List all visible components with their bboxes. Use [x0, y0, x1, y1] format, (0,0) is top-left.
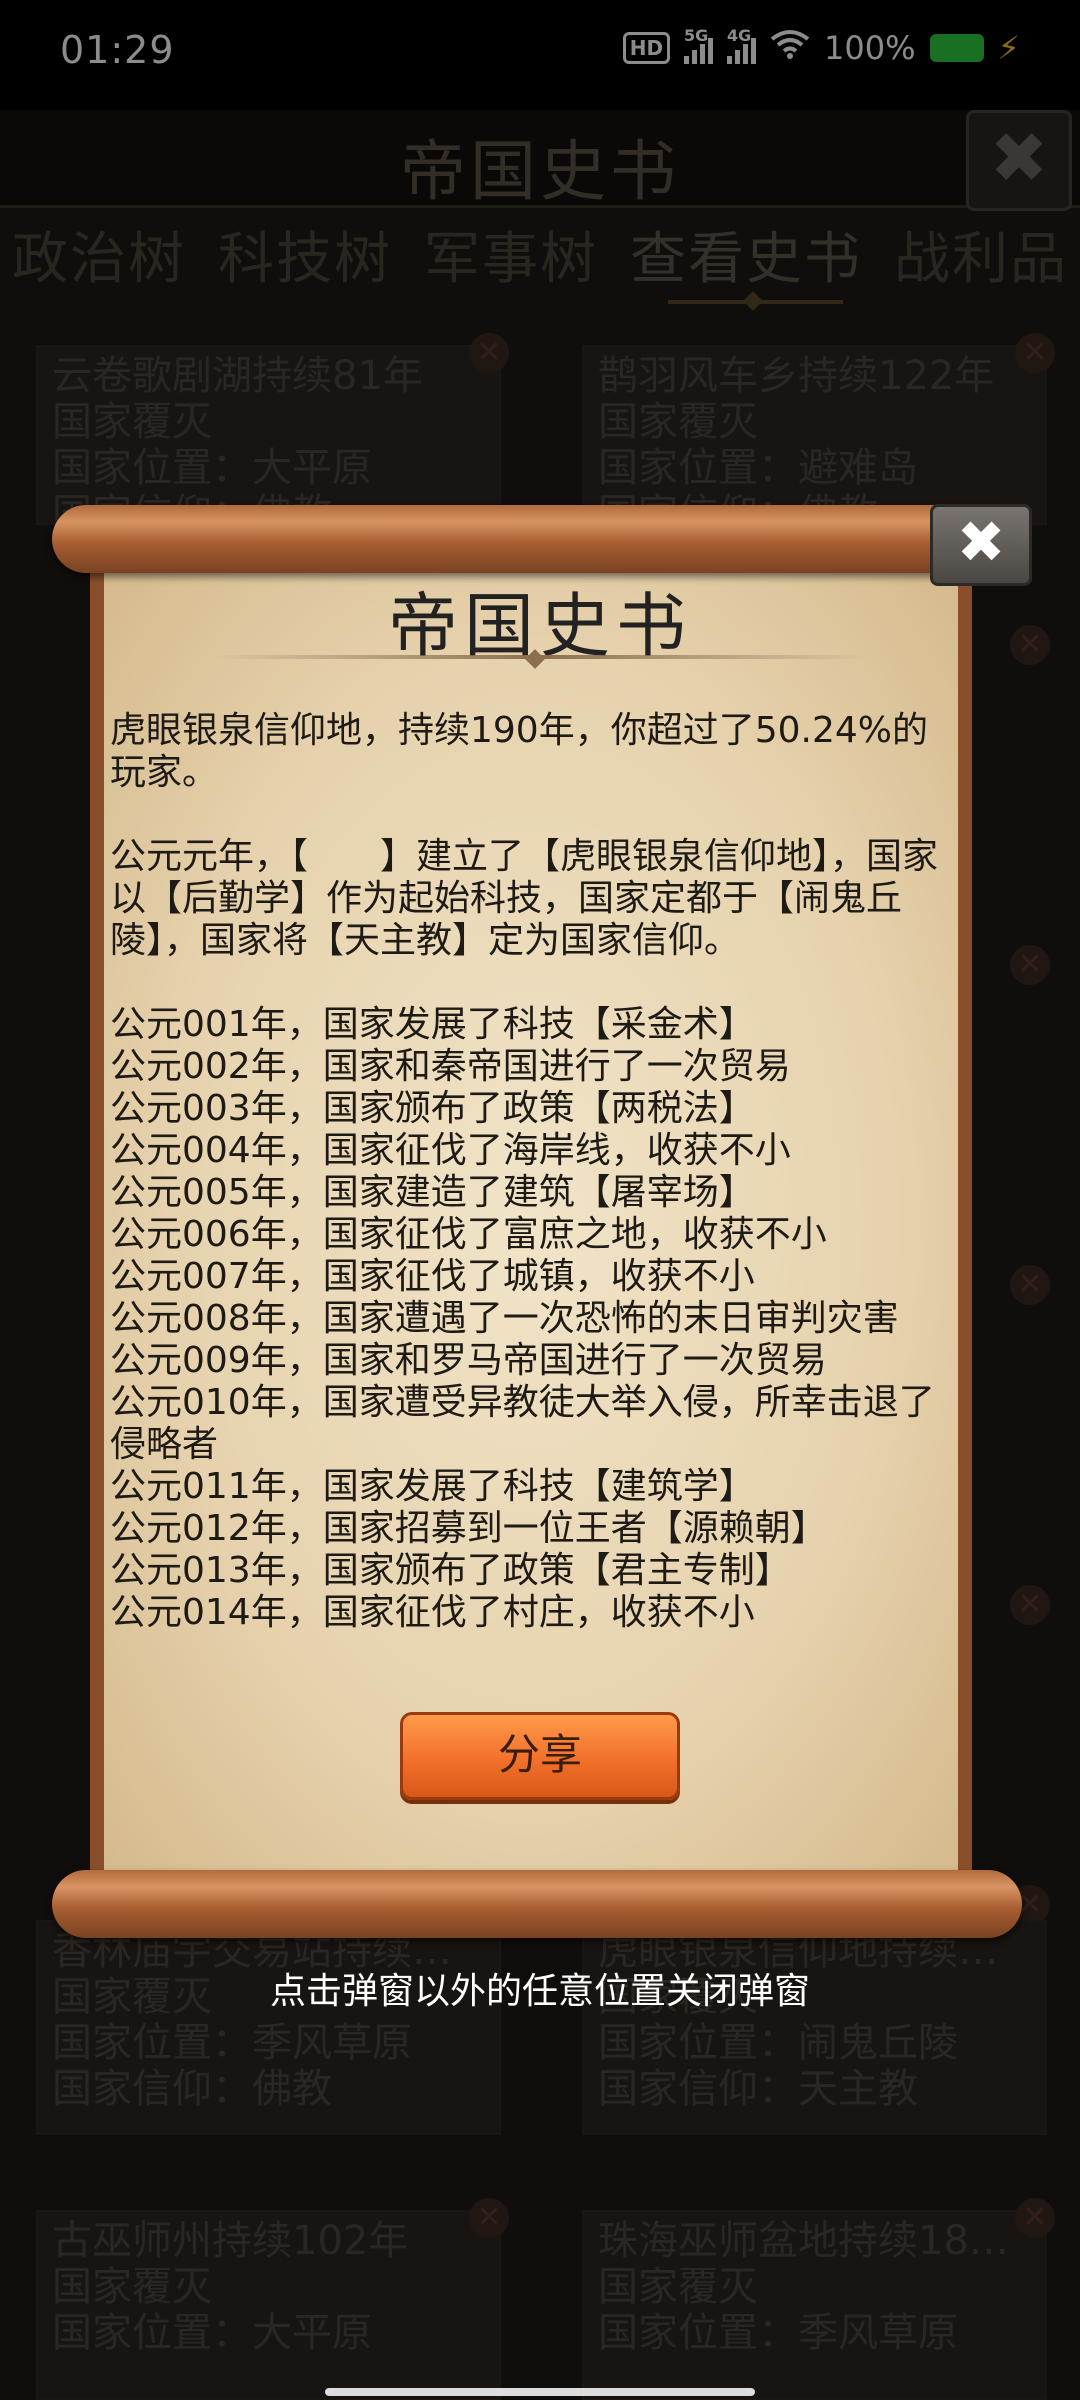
history-event: 公元004年，国家征伐了海岸线，收获不小	[110, 1130, 791, 1171]
share-button[interactable]: 分享	[400, 1712, 680, 1800]
close-hint: 点击弹窗以外的任意位置关闭弹窗	[269, 1971, 810, 2012]
history-event: 公元003年，国家颁布了政策【两税法】	[110, 1088, 755, 1129]
history-event: 公元008年，国家遭遇了一次恐怖的末日审判灾害	[110, 1298, 899, 1339]
history-event: 公元006年，国家征伐了富庶之地，收获不小	[110, 1214, 827, 1255]
scroll-rod-bottom	[52, 1870, 1022, 1938]
history-event: 公元007年，国家征伐了城镇，收获不小	[110, 1256, 755, 1297]
history-event: 公元005年，国家建造了建筑【屠宰场】	[110, 1172, 755, 1213]
history-event: 公元002年，国家和秦帝国进行了一次贸易	[110, 1046, 791, 1087]
history-event: 公元012年，国家招募到一位王者【源赖朝】	[110, 1508, 827, 1549]
history-event: 公元011年，国家发展了科技【建筑学】	[110, 1466, 755, 1507]
history-event: 公元001年，国家发展了科技【采金术】	[110, 1004, 755, 1045]
history-text[interactable]: 虎眼银泉信仰地，持续190年，你超过了50.24%的玩家。 公元元年，【 】建立…	[110, 710, 960, 1685]
history-event: 公元013年，国家颁布了政策【君主专制】	[110, 1550, 791, 1591]
home-indicator[interactable]	[325, 2388, 755, 2396]
scroll-rod-top	[52, 505, 1022, 573]
history-founding: 公元元年，【 】建立了【虎眼银泉信仰地】，国家以【后勤学】作为起始科技，国家定都…	[110, 836, 939, 961]
screen: 01:29 HD 5G 4G 100% ⚡ 帝国史书 ✖ 政治树 科技树 军事树	[0, 0, 1080, 2400]
history-event: 公元010年，国家遭受异教徒大举入侵，所幸击退了侵略者	[110, 1382, 935, 1465]
history-event: 公元009年，国家和罗马帝国进行了一次贸易	[110, 1340, 827, 1381]
history-summary: 虎眼银泉信仰地，持续190年，你超过了50.24%的玩家。	[110, 710, 928, 793]
history-event: 公元014年，国家征伐了村庄，收获不小	[110, 1592, 755, 1633]
